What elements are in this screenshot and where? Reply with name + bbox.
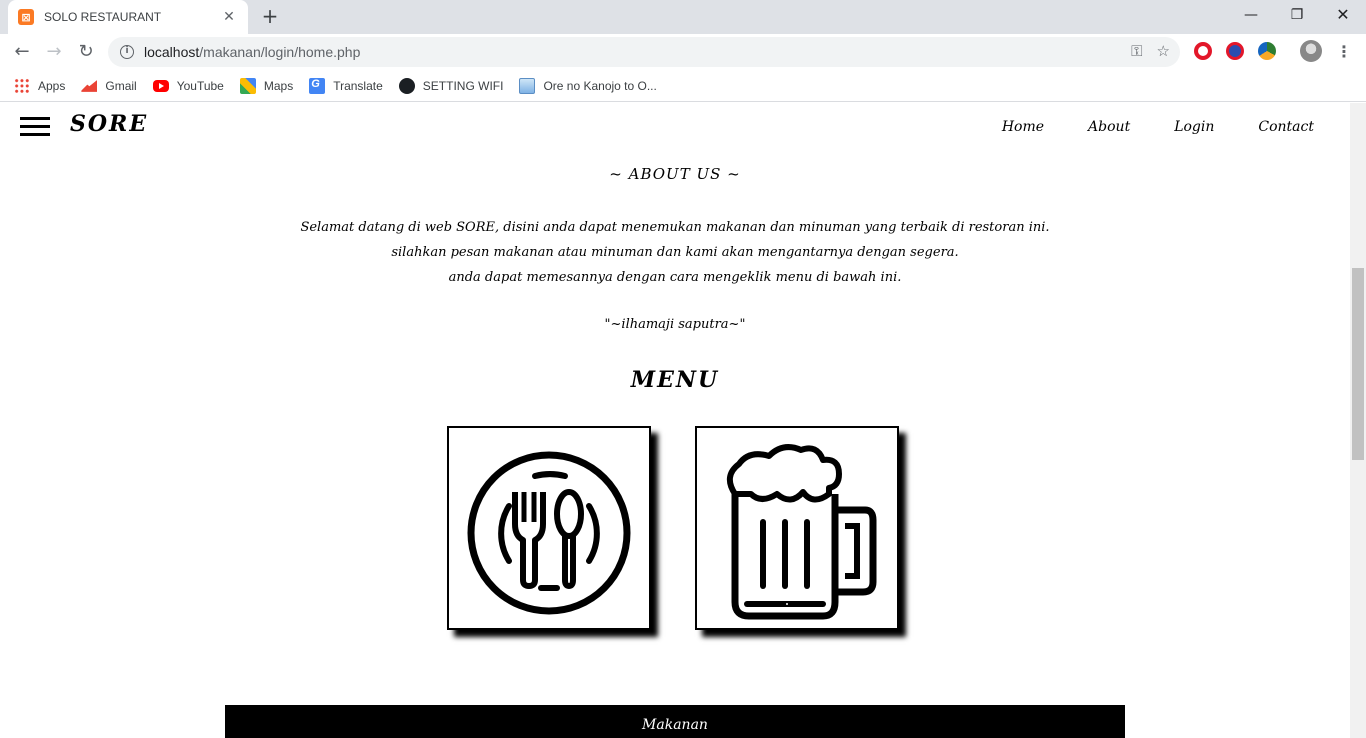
url-text[interactable]: localhost/makanan/login/home.php — [144, 44, 360, 60]
bookmark-translate[interactable]: Translate — [309, 77, 383, 94]
gmail-icon — [81, 79, 98, 92]
xampp-favicon-icon: ⊠ — [18, 9, 34, 25]
menu-card-food[interactable] — [447, 426, 651, 630]
tab-close-icon[interactable]: ✕ — [220, 9, 238, 25]
bookmark-ore-no-kanojo[interactable]: Ore no Kanojo to O... — [519, 77, 657, 94]
nav-contact[interactable]: Contact — [1258, 119, 1314, 135]
bookmark-page-icon — [519, 77, 536, 94]
about-text: Selamat datang di web SORE, disini anda … — [0, 215, 1350, 290]
about-line: Selamat datang di web SORE, disini anda … — [300, 220, 1050, 235]
key-icon[interactable]: ⚿ — [1131, 42, 1142, 60]
apps-icon — [14, 77, 30, 94]
bookmark-apps[interactable]: Apps — [14, 77, 65, 94]
new-tab-button[interactable]: + — [258, 5, 282, 29]
browser-tab[interactable]: ⊠ SOLO RESTAURANT ✕ — [8, 0, 248, 34]
nav-home[interactable]: Home — [1002, 119, 1044, 135]
nav-login[interactable]: Login — [1174, 119, 1214, 135]
page-scrollbar[interactable] — [1350, 103, 1366, 738]
bookmark-setting-wifi[interactable]: SETTING WIFI — [398, 77, 503, 94]
window-minimize-button[interactable]: — — [1228, 0, 1274, 30]
address-bar[interactable]: i localhost/makanan/login/home.php ⚿ ☆ — [108, 37, 1180, 67]
tab-title: SOLO RESTAURANT — [44, 10, 162, 24]
hamburger-menu-icon[interactable] — [20, 117, 50, 137]
nav-about[interactable]: About — [1088, 119, 1130, 135]
extension-blue-icon[interactable] — [1226, 42, 1244, 60]
profile-avatar[interactable] — [1300, 40, 1322, 62]
maps-icon — [239, 77, 256, 94]
scrollbar-thumb[interactable] — [1352, 268, 1364, 460]
section-label: Makanan — [642, 717, 708, 733]
site-info-icon[interactable]: i — [120, 45, 134, 59]
youtube-icon — [152, 79, 169, 92]
bookmark-gmail[interactable]: Gmail — [81, 78, 137, 94]
site-logo[interactable]: SORE — [70, 111, 148, 137]
about-title: ~ ABOUT US ~ — [609, 165, 741, 183]
menu-title: MENU — [630, 367, 720, 393]
extension-globe-icon[interactable] — [1258, 42, 1276, 60]
bookmark-youtube[interactable]: YouTube — [152, 79, 224, 93]
page-content: SORE Home About Login Contact ~ ABOUT US… — [0, 103, 1350, 738]
reload-icon[interactable]: ↻ — [72, 38, 100, 66]
back-arrow-icon[interactable]: ← — [8, 38, 36, 66]
bookmarks-bar: Apps Gmail YouTube Maps Translate SETTIN… — [0, 70, 1366, 102]
beer-mug-icon — [726, 444, 877, 620]
window-restore-button[interactable]: ❐ — [1274, 0, 1320, 30]
browser-toolbar: ← → ↻ i localhost/makanan/login/home.php… — [0, 34, 1366, 70]
menu-card-drink[interactable] — [695, 426, 899, 630]
bookmark-maps[interactable]: Maps — [239, 77, 293, 94]
plate-fork-spoon-icon — [467, 451, 631, 615]
browser-menu-icon[interactable]: ⋮ — [1336, 42, 1352, 61]
about-line: anda dapat memesannya dengan cara mengek… — [448, 270, 902, 285]
browser-tab-bar: ⊠ SOLO RESTAURANT ✕ + — ❐ ✕ — [0, 0, 1366, 34]
github-icon — [398, 77, 415, 94]
forward-arrow-icon[interactable]: → — [40, 38, 68, 66]
makanan-section-header[interactable]: Makanan — [225, 705, 1125, 738]
site-navbar: SORE Home About Login Contact — [0, 103, 1350, 151]
author-quote: "~ilhamaji saputra~" — [604, 317, 746, 332]
translate-icon — [309, 77, 326, 94]
about-line: silahkan pesan makanan atau minuman dan … — [391, 245, 959, 260]
star-icon[interactable]: ☆ — [1157, 42, 1170, 60]
window-close-button[interactable]: ✕ — [1320, 0, 1366, 30]
extension-red-icon[interactable] — [1194, 42, 1212, 60]
